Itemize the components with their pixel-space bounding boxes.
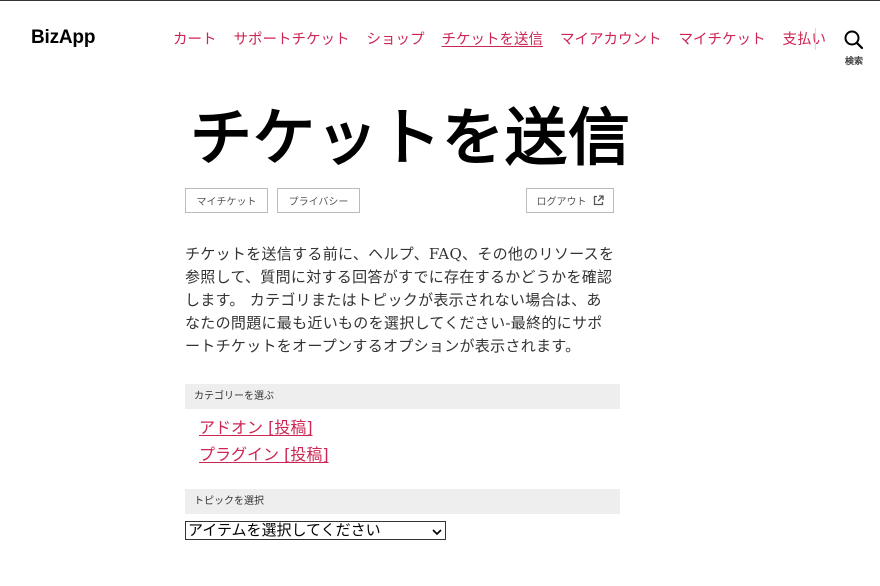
header-divider xyxy=(815,28,816,50)
search-toggle[interactable]: 検索 xyxy=(834,30,874,67)
nav-item-cart[interactable]: カート xyxy=(173,28,217,49)
logout-button[interactable]: ログアウト xyxy=(526,188,614,213)
topic-select[interactable]: アイテムを選択してください xyxy=(185,521,446,540)
site-logo[interactable]: BizApp xyxy=(31,27,95,49)
my-tickets-button[interactable]: マイチケット xyxy=(185,188,268,213)
logout-label: ログアウト xyxy=(536,197,587,208)
nav-item-shop[interactable]: ショップ xyxy=(367,28,425,49)
nav-item-support-tickets[interactable]: サポートチケット xyxy=(234,28,350,49)
search-label: 検索 xyxy=(844,57,863,67)
primary-nav: カート サポートチケット ショップ チケットを送信 マイアカウント マイチケット… xyxy=(173,28,843,49)
category-link-addons[interactable]: アドオン [投稿] xyxy=(199,414,329,441)
category-heading: カテゴリーを選ぶ xyxy=(185,384,620,409)
intro-text: チケットを送信する前に、ヘルプ、FAQ、その他のリソースを参照して、質問に対する… xyxy=(185,245,615,355)
category-list: アドオン [投稿] プラグイン [投稿] xyxy=(199,414,329,468)
chevron-down-icon xyxy=(429,522,445,539)
nav-item-payments[interactable]: 支払い xyxy=(783,28,827,49)
privacy-button[interactable]: プライバシー xyxy=(277,188,360,213)
category-link-plugins[interactable]: プラグイン [投稿] xyxy=(199,441,329,468)
external-link-icon xyxy=(593,195,604,206)
nav-item-submit-ticket[interactable]: チケットを送信 xyxy=(442,28,544,49)
nav-item-my-tickets[interactable]: マイチケット xyxy=(679,28,766,49)
topic-select-value: アイテムを選択してください xyxy=(188,522,381,539)
search-icon xyxy=(844,30,864,50)
topic-heading: トピックを選択 xyxy=(185,489,620,514)
page-title: チケットを送信 xyxy=(190,101,632,174)
nav-item-my-account[interactable]: マイアカウント xyxy=(560,28,662,49)
